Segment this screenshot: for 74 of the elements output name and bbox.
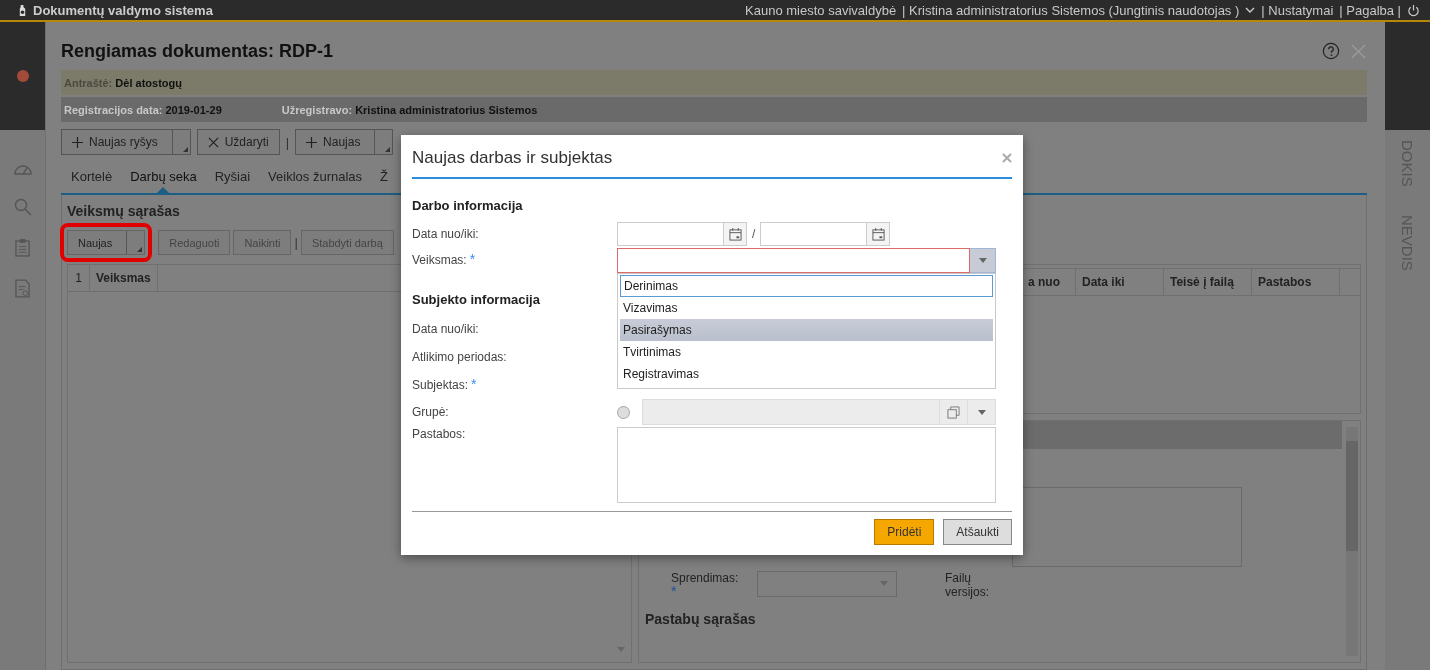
meta-field: Užregistravo: Kristina administratorius Sistemos bbox=[281, 103, 538, 116]
action-select[interactable] bbox=[617, 247, 996, 273]
tab[interactable]: Darbų seka bbox=[130, 157, 197, 193]
required-mark: * bbox=[471, 378, 477, 392]
column-header: Pastabos bbox=[1252, 269, 1340, 295]
field-label: Subjektas: bbox=[412, 378, 469, 392]
calendar-icon[interactable] bbox=[728, 227, 742, 241]
toolbar-button[interactable]: Uždaryti bbox=[196, 129, 280, 155]
status-dot bbox=[16, 70, 29, 82]
dropdown-option[interactable]: Tvirtinimas bbox=[620, 341, 993, 363]
toolbar-button[interactable]: Naujas bbox=[295, 129, 394, 155]
separator-mark: | bbox=[285, 134, 290, 150]
document-title: Rengiamas dokumentas: RDP-1 bbox=[61, 40, 334, 62]
dropdown-option[interactable]: Registravimas bbox=[620, 363, 993, 385]
column-header: 1 bbox=[68, 265, 90, 291]
section-title: Pastabų sąrašas bbox=[645, 611, 757, 627]
gauge-icon[interactable] bbox=[12, 162, 33, 176]
plus-icon bbox=[306, 136, 318, 148]
user-menu[interactable]: | Kristina administratorius Sistemos (Jungtinis naudotojas ) bbox=[902, 2, 1240, 18]
required-mark: * bbox=[469, 253, 476, 267]
notes-field[interactable] bbox=[617, 427, 996, 503]
power-icon[interactable] bbox=[1407, 3, 1420, 17]
field-label: Data nuo/iki: bbox=[412, 227, 479, 241]
tab[interactable]: Ryšiai bbox=[214, 157, 251, 193]
calendar-icon[interactable] bbox=[871, 227, 885, 241]
column-header: a nuo bbox=[1024, 269, 1076, 295]
scroll-down-icon[interactable] bbox=[617, 647, 625, 652]
app-title: Dokumentų valdymo sistema bbox=[33, 2, 213, 18]
toolbar-button[interactable]: Naujas ryšys bbox=[61, 129, 191, 155]
dialog-title: Naujas darbas ir subjektas bbox=[412, 148, 613, 168]
versions-label: Failų versijos: bbox=[945, 571, 990, 599]
dropdown-option[interactable]: Pasirašymas bbox=[620, 319, 993, 341]
tab[interactable]: Ž bbox=[380, 157, 388, 193]
tab[interactable]: Kortelė bbox=[71, 157, 113, 193]
section-title: Veiksmų sąrašas bbox=[67, 203, 180, 219]
close-icon[interactable] bbox=[1350, 42, 1367, 60]
action-button[interactable]: Stabdyti darbą bbox=[300, 230, 394, 255]
column-header: Data iki bbox=[1076, 269, 1164, 295]
logo-icon bbox=[18, 3, 27, 17]
date-field[interactable] bbox=[617, 222, 747, 246]
required-mark: * bbox=[671, 584, 677, 598]
field-label: Pastabos: bbox=[412, 427, 466, 441]
column-header: Teisė į failą bbox=[1164, 269, 1252, 295]
field-label: Grupė: bbox=[412, 405, 449, 419]
date-field[interactable] bbox=[760, 222, 891, 246]
close-icon bbox=[207, 136, 219, 148]
dropdown-option[interactable]: Vizavimas bbox=[620, 297, 993, 319]
field-label: Veiksmas: bbox=[412, 253, 467, 267]
scrollbar[interactable] bbox=[1346, 427, 1358, 656]
action-button[interactable]: Naujas bbox=[67, 230, 146, 255]
dialog-button[interactable]: Pridėti bbox=[874, 519, 935, 545]
column-header: Veiksmas bbox=[90, 265, 158, 291]
action-button[interactable]: Redaguoti bbox=[158, 230, 231, 255]
help-icon[interactable] bbox=[1322, 42, 1340, 60]
field-label: Data nuo/iki: bbox=[412, 322, 479, 336]
top-link[interactable]: | Pagalba | bbox=[1339, 2, 1401, 18]
dialog-button[interactable]: Atšaukti bbox=[943, 519, 1012, 545]
section-title: Darbo informacija bbox=[412, 198, 524, 213]
separator-mark: | bbox=[294, 235, 298, 250]
document-icon[interactable] bbox=[15, 279, 30, 298]
organization-label: Kauno miesto savivaldybė bbox=[745, 2, 897, 18]
clipboard-icon[interactable] bbox=[15, 238, 30, 257]
field-label: Atlikimo periodas: bbox=[412, 350, 507, 364]
caret-icon[interactable] bbox=[1245, 7, 1256, 13]
range-separator: / bbox=[752, 227, 756, 241]
tab[interactable]: Veiklos žurnalas bbox=[268, 157, 363, 193]
dropdown-option[interactable]: Derinimas bbox=[620, 275, 993, 297]
search-icon[interactable] bbox=[13, 198, 32, 216]
close-icon[interactable] bbox=[1002, 153, 1012, 163]
decision-label: Sprendimas: bbox=[671, 571, 740, 585]
section-title: Subjekto informacija bbox=[412, 292, 541, 307]
meta-field: Registracijos data: 2019-01-29 bbox=[64, 103, 222, 116]
top-link[interactable]: | Nustatymai bbox=[1261, 2, 1334, 18]
plus-icon bbox=[72, 136, 83, 148]
